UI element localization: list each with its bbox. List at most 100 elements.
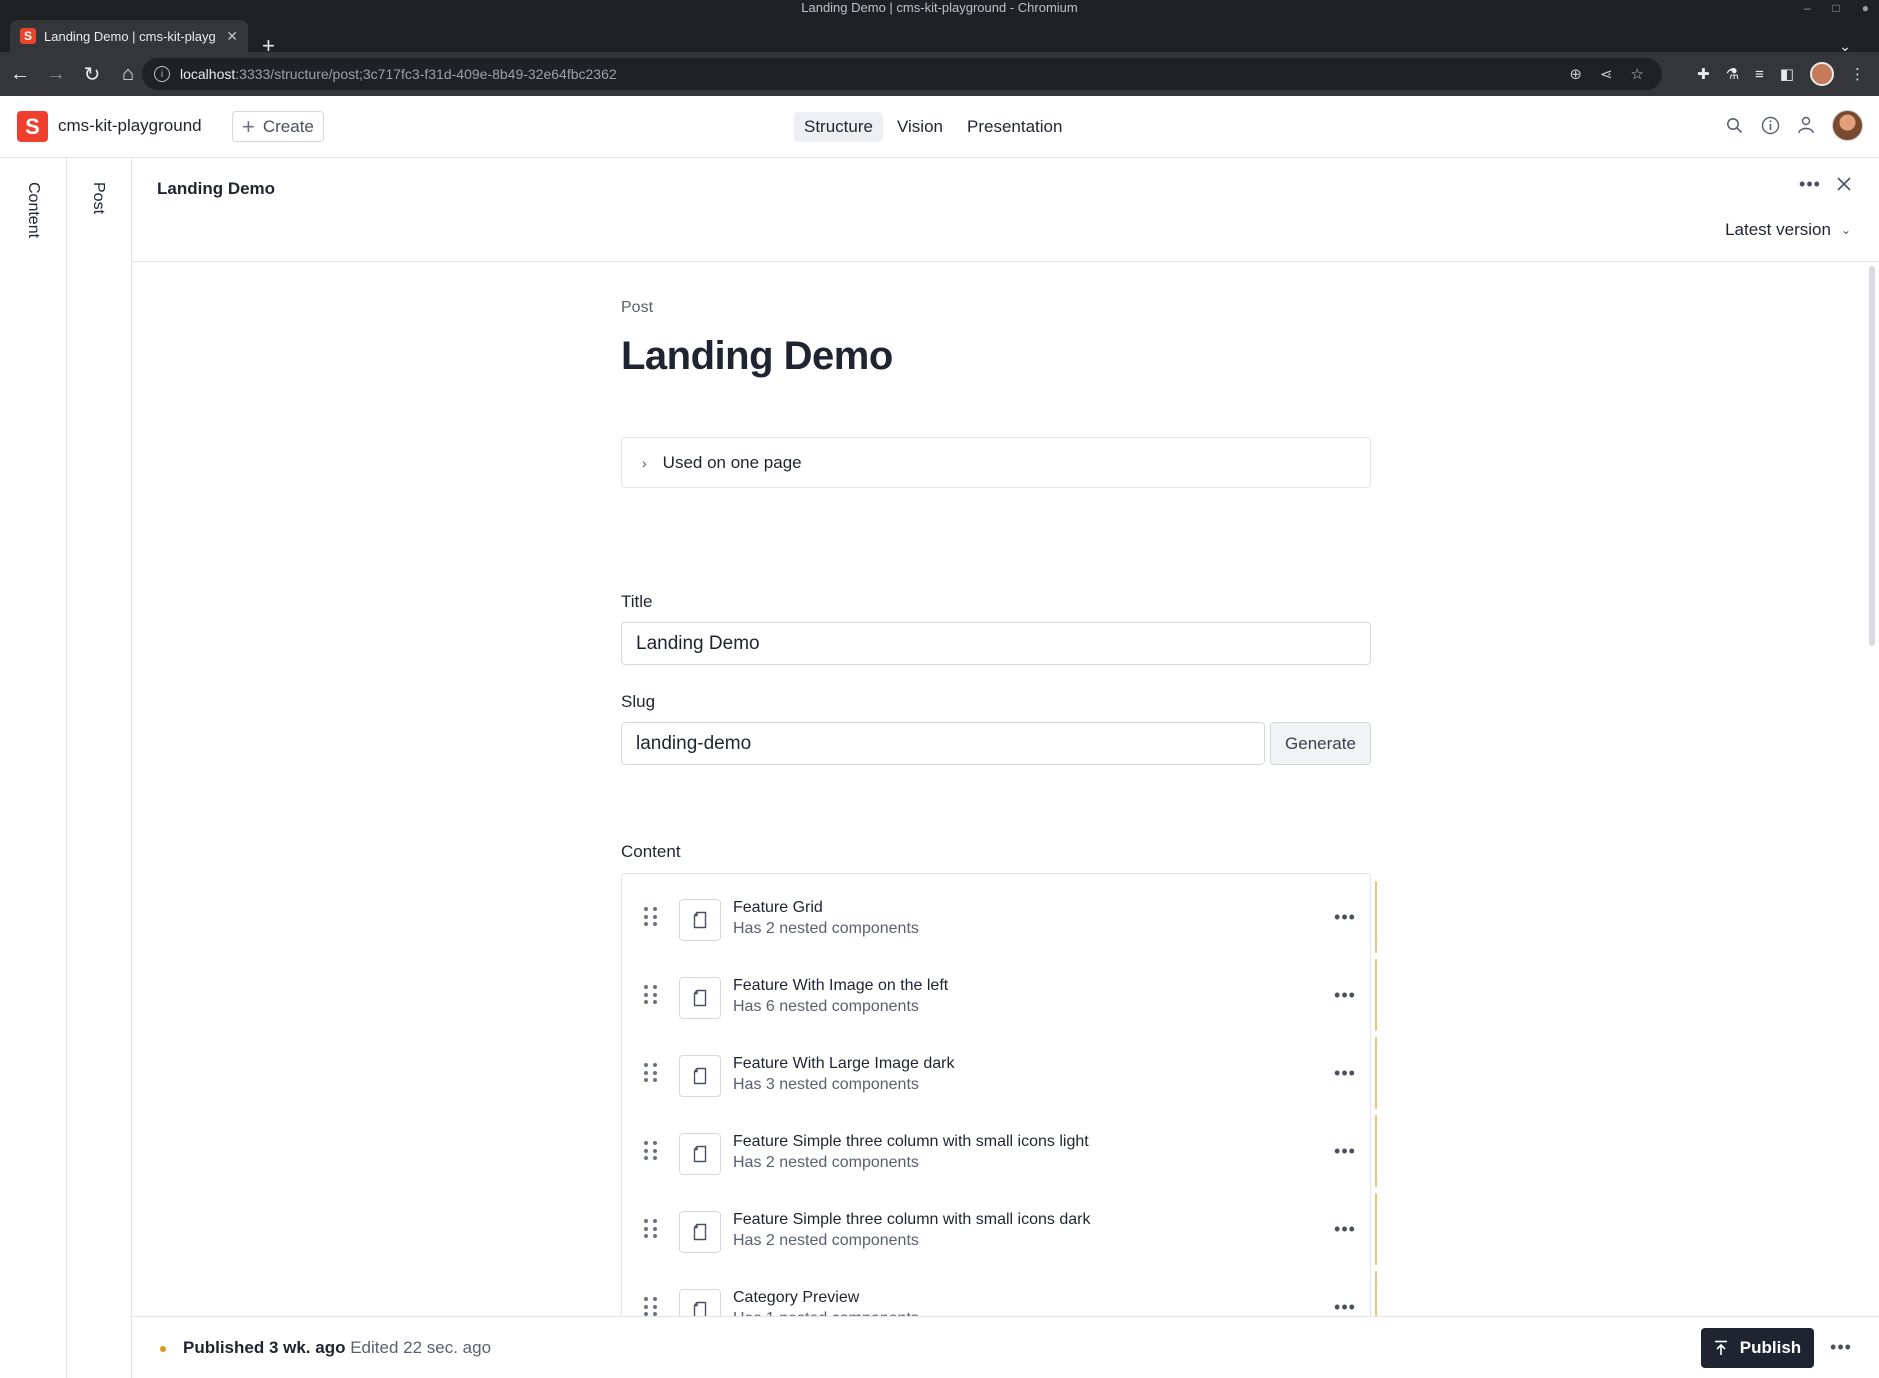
content-item[interactable]: Feature Simple three column with small i… [622, 1191, 1370, 1269]
back-icon[interactable]: ← [4, 58, 36, 90]
content-item[interactable]: Feature With Large Image dark Has 3 neste… [622, 1035, 1370, 1113]
title-input[interactable]: Landing Demo [621, 622, 1371, 665]
content-item[interactable]: Category PreviewHas 1 nested components•… [622, 1269, 1370, 1322]
extension-icons: ✚ ⚗ ≡ ◧ ⋮ [1697, 52, 1865, 96]
close-window-icon[interactable]: ● [1862, 0, 1869, 16]
scrollbar[interactable] [1869, 266, 1875, 646]
content-item-subtitle: Has 6 nested components [733, 998, 919, 1015]
change-indicator [1375, 1115, 1377, 1187]
plus-icon: + [242, 113, 255, 139]
drag-handle-icon[interactable] [644, 1141, 658, 1161]
references-toggle[interactable]: › Used on one page [621, 437, 1371, 488]
window-title: Landing Demo | cms-kit-playground - Chro… [801, 0, 1078, 15]
create-button[interactable]: + Create [232, 111, 324, 142]
content-item-subtitle: Has 3 nested components [733, 1076, 919, 1093]
nav-presentation[interactable]: Presentation [957, 112, 1072, 142]
home-icon[interactable]: ⌂ [112, 58, 144, 90]
profile-avatar[interactable] [1810, 62, 1834, 86]
publish-icon [1714, 1340, 1727, 1355]
project-name[interactable]: cms-kit-playground [58, 116, 202, 136]
content-item-title: Category Preview [733, 1289, 860, 1306]
document-title: Landing Demo [621, 334, 893, 378]
site-info-icon[interactable]: i [154, 66, 170, 82]
content-item-title: Feature With Image on the left [733, 977, 949, 994]
references-label: Used on one page [662, 452, 802, 472]
drag-handle-icon[interactable] [644, 1063, 658, 1083]
pane-title: Landing Demo [157, 179, 276, 198]
tab-close-icon[interactable]: ✕ [226, 28, 238, 45]
item-more-icon[interactable]: ••• [1333, 1219, 1357, 1239]
publish-label: Publish [1739, 1338, 1802, 1357]
browser-menu-icon[interactable]: ⋮ [1850, 65, 1865, 83]
nav-structure[interactable]: Structure [794, 112, 883, 142]
item-more-icon[interactable]: ••• [1333, 1297, 1357, 1317]
extensions-icon[interactable]: ✚ [1697, 65, 1710, 83]
content-item-title: Feature Grid [733, 899, 823, 916]
content-item-subtitle: Has 2 nested components [733, 920, 919, 937]
published-status: Published 3 wk. ago [183, 1338, 346, 1357]
generate-button[interactable]: Generate [1270, 722, 1371, 765]
drag-handle-icon[interactable] [644, 985, 658, 1005]
content-item-title: Feature Simple three column with small i… [733, 1133, 1089, 1150]
reload-icon[interactable]: ↻ [76, 58, 108, 90]
content-item-title: Feature With Large Image dark [733, 1055, 955, 1072]
change-indicator [1375, 1037, 1377, 1109]
header-actions [1724, 110, 1863, 141]
forward-icon[interactable]: → [40, 58, 72, 90]
item-more-icon[interactable]: ••• [1333, 1141, 1357, 1161]
item-more-icon[interactable]: ••• [1333, 1063, 1357, 1083]
browser-tab[interactable]: S Landing Demo | cms-kit-playg ✕ [10, 20, 248, 52]
share-icon[interactable]: ⋖ [1600, 65, 1613, 83]
bookmark-star-icon[interactable]: ☆ [1631, 65, 1644, 83]
footer-more-icon[interactable]: ••• [1829, 1337, 1853, 1357]
nav-vision[interactable]: Vision [887, 112, 953, 142]
content-field-label: Content [621, 842, 681, 861]
help-icon[interactable] [1760, 116, 1780, 136]
content-item-subtitle: Has 2 nested components [733, 1232, 919, 1249]
status-text: Published 3 wk. ago Edited 22 sec. ago [183, 1338, 491, 1358]
document-icon [679, 1133, 721, 1175]
document-icon [679, 1211, 721, 1253]
document-icon [679, 1055, 721, 1097]
slug-field-label: Slug [621, 692, 656, 711]
content-item[interactable]: Feature Grid Has 2 nested components ••• [622, 879, 1370, 957]
content-rail[interactable]: Content [0, 158, 67, 1378]
item-more-icon[interactable]: ••• [1333, 907, 1357, 927]
content-item[interactable]: Feature Simple three column with small i… [622, 1113, 1370, 1191]
status-dot [160, 1346, 166, 1352]
chevron-down-icon: ⌄ [1840, 223, 1851, 237]
content-item[interactable]: Feature With Image on the left Has 6 nest… [622, 957, 1370, 1035]
community-icon[interactable] [1796, 116, 1816, 136]
item-more-icon[interactable]: ••• [1333, 985, 1357, 1005]
document-type-label: Post [621, 299, 654, 316]
close-pane-icon[interactable] [1832, 172, 1856, 196]
window-title-bar: Landing Demo | cms-kit-playground - Chro… [0, 0, 1879, 16]
search-icon[interactable] [1724, 116, 1744, 136]
user-avatar[interactable] [1832, 110, 1863, 141]
drag-handle-icon[interactable] [644, 907, 658, 927]
publish-button[interactable]: Publish [1701, 1328, 1814, 1368]
maximize-icon[interactable]: □ [1833, 0, 1840, 16]
url-path: :3333/structure/post;3c717fc3-f31d-409e-… [235, 66, 617, 82]
reading-list-icon[interactable]: ≡ [1755, 66, 1764, 83]
slug-input[interactable]: landing-demo [621, 722, 1265, 765]
address-bar[interactable]: i localhost:3333/structure/post;3c717fc3… [142, 58, 1662, 90]
minimize-icon[interactable]: – [1804, 0, 1811, 16]
flask-icon[interactable]: ⚗ [1726, 65, 1739, 83]
document-footer: Published 3 wk. ago Edited 22 sec. ago P… [132, 1316, 1879, 1378]
zoom-icon[interactable]: ⊕ [1569, 65, 1582, 83]
document-pane: Landing Demo ••• Latest version ⌄ Post L… [132, 158, 1879, 1378]
version-select[interactable]: Latest version ⌄ [1725, 220, 1851, 240]
content-array: Feature Grid Has 2 nested components ••• Fe… [621, 873, 1371, 1322]
drag-handle-icon[interactable] [644, 1219, 658, 1239]
brand-logo[interactable]: S [17, 111, 48, 142]
tab-favicon: S [20, 28, 36, 44]
post-rail[interactable]: Post [67, 158, 132, 1378]
drag-handle-icon[interactable] [644, 1297, 658, 1317]
more-options-icon[interactable]: ••• [1798, 172, 1822, 196]
browser-toolbar: ← → ↻ ⌂ i localhost:3333/structure/post;… [0, 52, 1879, 96]
window-controls: – □ ● [1804, 0, 1869, 16]
side-panel-icon[interactable]: ◧ [1780, 65, 1794, 83]
app-header: S cms-kit-playground + Create Structure … [0, 96, 1879, 158]
url-host: localhost [180, 66, 236, 82]
